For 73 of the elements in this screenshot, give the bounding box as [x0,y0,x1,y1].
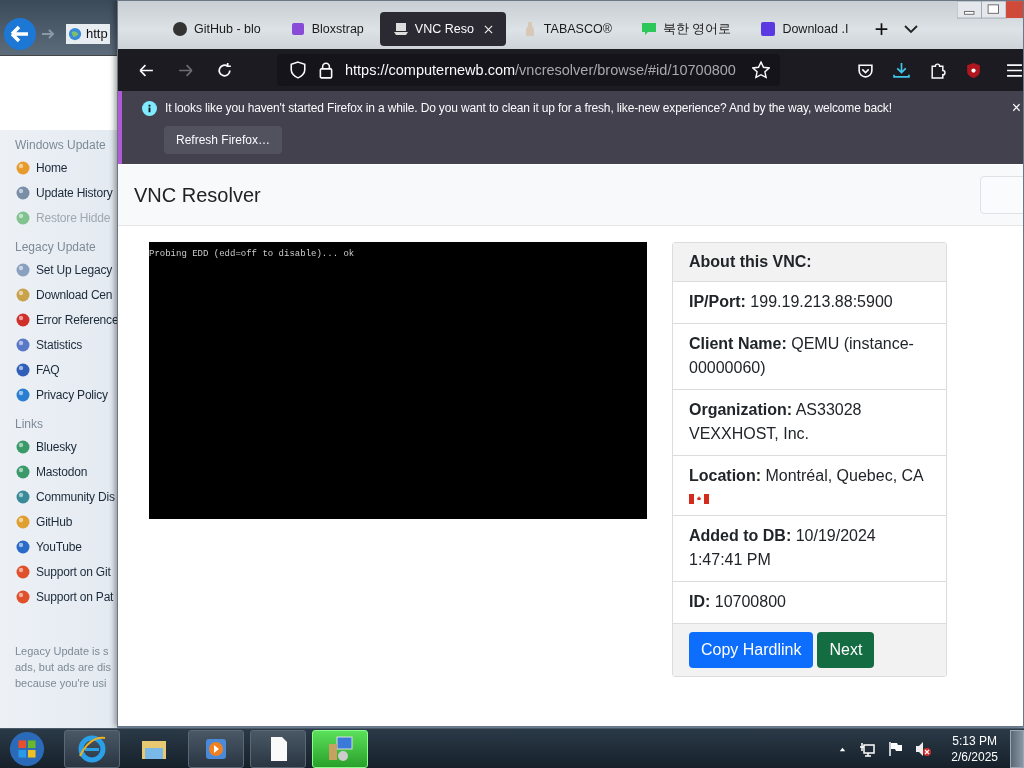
start-orb-icon[interactable] [8,730,46,768]
flag-icon [689,494,709,504]
flag-icon[interactable] [887,741,904,757]
browser-tab[interactable]: Download .I [747,12,862,46]
cube-icon [289,21,306,37]
address-field[interactable]: http [66,23,110,44]
network-icon[interactable] [859,741,876,757]
chat-icon [640,21,657,37]
sidebar-link[interactable]: Community Dis [15,487,115,506]
square-icon [760,21,777,37]
sidebar-link[interactable]: FAQ [15,360,60,379]
shield-icon[interactable] [289,61,307,79]
card-heading: About this VNC: [673,243,946,282]
sidebar-link[interactable]: Support on Pat [15,587,114,606]
close-icon[interactable] [483,24,493,34]
clock-time: 5:13 PM [952,733,997,749]
clock-date: 2/6/2025 [951,749,998,765]
window-controls-icon[interactable] [957,1,1023,20]
info-row: IP/Port: 199.19.213.88:5900 [689,293,893,310]
sidebar-link[interactable]: Set Up Legacy [15,260,113,279]
sidebar-heading: Links [15,417,44,431]
browser-tab[interactable]: 북한 영어로 [627,12,745,46]
copy-button[interactable]: Copy Hardlink [689,632,814,668]
browser-tab[interactable]: VNC Reso [379,12,506,46]
info-row: Organization: AS33028 VEXXHOST, Inc. [689,401,862,442]
sidebar-link[interactable]: Privacy Policy [15,385,108,404]
browser-tab[interactable]: GitHub - blo [159,12,274,46]
sidebar-link[interactable]: Bluesky [15,437,77,456]
back-icon[interactable] [4,17,36,50]
lock-icon[interactable] [317,61,335,79]
sidebar-note: because you're usi [15,676,108,691]
taskbar-button[interactable] [250,730,306,768]
sidebar-link[interactable]: Mastodon [15,462,88,481]
puzzle-icon[interactable] [929,61,946,79]
sidebar-link[interactable]: Update History [15,183,113,202]
sidebar-link[interactable]: Support on Git [15,562,111,581]
sidebar-heading: Windows Update [15,138,107,152]
github-icon [172,21,188,37]
reload-icon[interactable] [216,61,233,79]
info-row: Added to DB: 10/19/2024 1:47:41 PM [689,527,876,568]
next-button[interactable]: Next [817,632,875,668]
menu-icon[interactable] [1006,61,1023,79]
clock[interactable]: 5:13 PM 2/6/2025 [951,733,998,765]
url-field[interactable]: https://computernewb.com/vncresolver/browse/#id/10700800 [277,54,780,86]
new-tab-button[interactable]: + [874,15,889,43]
refresh-button[interactable]: Refresh Firefox… [164,126,283,154]
shield-badge-icon[interactable] [965,61,982,79]
sidebar-link[interactable]: Error Reference [15,310,117,329]
star-icon[interactable] [752,61,770,79]
info-row: Client Name: QEMU (instance-00000060) [689,335,914,376]
sidebar-note: Legacy Update is s [15,644,110,659]
sidebar-link[interactable]: GitHub [15,512,73,531]
browser-icon [77,734,107,764]
pocket-icon[interactable] [857,61,874,79]
sidebar-link[interactable]: Download Cen [15,285,113,304]
sidebar-link[interactable]: YouTube [15,537,82,556]
notification-message: It looks like you haven't started Firefox in a while. Do you want to clean it up for a fresh, like-new experience? And by the way, welcome back! [165,101,892,115]
download-icon[interactable] [893,61,910,79]
computer-icon [392,21,409,37]
browser-tab[interactable]: Bloxstrap [276,12,377,46]
muted-speaker-icon[interactable] [915,741,932,757]
close-button[interactable]: × [1011,99,1021,117]
sidebar-heading: Legacy Update [15,240,97,254]
info-row: Location: Montréal, Quebec, CA [689,467,924,484]
sidebar-link[interactable]: Statistics [15,335,82,354]
chevron-icon[interactable] [904,24,919,34]
info-row: ID: 10700800 [689,593,786,610]
taskbar-button[interactable] [64,730,120,768]
page-title: VNC Resolver [134,183,261,207]
console-text: Probing EDD (edd=off to disable)... ok [149,249,355,259]
sidebar-link[interactable]: Home [15,158,68,177]
sidebar-note: ads, but ads are dis [15,660,112,675]
browser-tab[interactable]: TABASCO® [508,12,625,46]
